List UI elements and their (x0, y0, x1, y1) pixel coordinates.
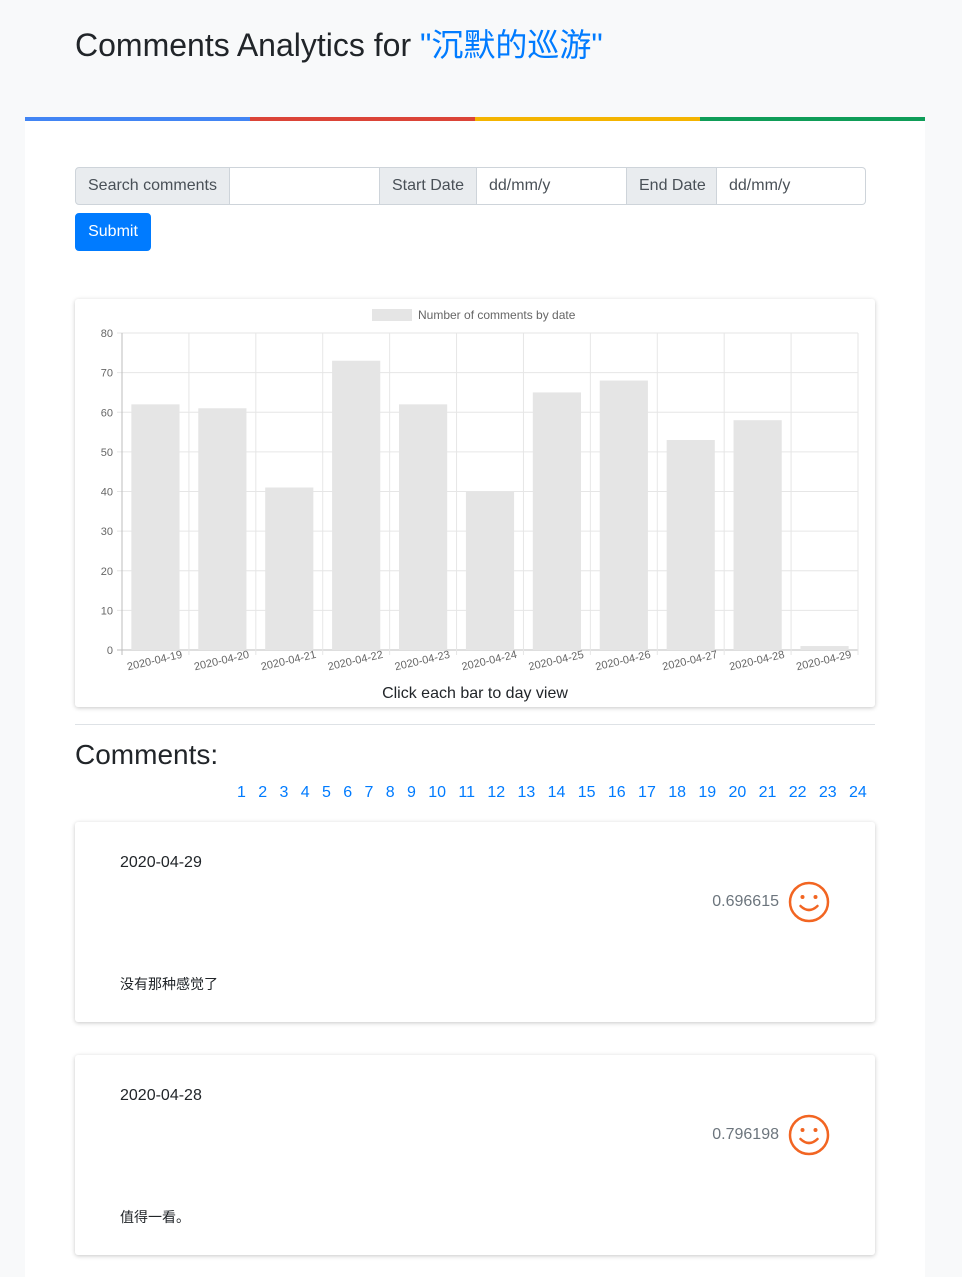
smiley-icon (788, 881, 830, 923)
bar-2020-04-27[interactable] (666, 439, 715, 650)
x-tick-label: 2020-04-27 (661, 649, 719, 673)
page-link-2[interactable]: 2 (258, 784, 267, 804)
page-link-22[interactable]: 22 (789, 784, 807, 804)
x-tick-label: 2020-04-21 (260, 649, 318, 673)
page-link-8[interactable]: 8 (386, 784, 395, 804)
bar-2020-04-19[interactable] (131, 404, 180, 650)
accent-blue (25, 117, 250, 121)
bar-2020-04-22[interactable] (332, 360, 381, 650)
sentiment-score: 0.696615 (712, 893, 779, 910)
start-date-label: Start Date (380, 167, 477, 205)
search-input[interactable] (230, 167, 380, 205)
y-tick-label: 10 (101, 605, 113, 617)
page-link-12[interactable]: 12 (487, 784, 505, 804)
comments-heading: Comments: (75, 739, 219, 770)
page-link-3[interactable]: 3 (280, 784, 289, 804)
bar-2020-04-28[interactable] (733, 420, 782, 650)
y-tick-label: 30 (101, 526, 113, 538)
x-tick-label: 2020-04-26 (594, 649, 652, 673)
y-tick-label: 0 (107, 645, 113, 657)
title-prefix: Comments Analytics for (75, 27, 420, 63)
end-date-label: End Date (627, 167, 717, 205)
y-tick-label: 50 (101, 447, 113, 459)
page-link-14[interactable]: 14 (548, 784, 566, 804)
legend-swatch (372, 309, 412, 321)
y-tick-label: 80 (101, 328, 113, 340)
page-link-21[interactable]: 21 (759, 784, 777, 804)
comment-text: 值得一看。 (120, 1209, 190, 1225)
comment-date: 2020-04-28 (120, 1087, 202, 1104)
x-tick-label: 2020-04-25 (527, 649, 585, 673)
y-tick-label: 40 (101, 487, 113, 499)
search-comments-label: Search comments (75, 167, 230, 205)
page-link-11[interactable]: 11 (458, 784, 475, 804)
main-card: Search comments Start Date dd/mm/y End D… (25, 117, 925, 1277)
bar-2020-04-24[interactable] (465, 491, 515, 651)
movie-title: "沉默的巡游" (420, 27, 603, 63)
chart-card: 0 10 20 30 40 50 60 70 80 2020-04-19 2020-04-20 202… (75, 299, 875, 707)
comment-date: 2020-04-29 (120, 854, 202, 871)
start-date-input[interactable]: dd/mm/y (477, 167, 627, 205)
chart-caption: Click each bar to day view (382, 685, 568, 702)
legend-label: Number of comments by date (418, 308, 576, 322)
comment-card: 2020-04-28 0.796198 值得一看。 (75, 1055, 875, 1255)
page-link-15[interactable]: 15 (578, 784, 596, 804)
x-tick-label: 2020-04-20 (193, 649, 251, 673)
page-link-1[interactable]: 1 (237, 784, 246, 804)
page-link-24[interactable]: 24 (849, 784, 867, 804)
bar-2020-04-21[interactable] (265, 487, 314, 650)
bar-2020-04-25[interactable] (532, 392, 581, 650)
bar-2020-04-29[interactable] (800, 646, 849, 650)
x-tick-label: 2020-04-22 (327, 649, 385, 673)
comments-bar-chart: 0 10 20 30 40 50 60 70 80 2020-04-19 2020-04-20 202… (101, 308, 859, 673)
accent-color-bar (25, 117, 925, 121)
search-form: Search comments Start Date dd/mm/y End D… (75, 167, 866, 205)
page-link-16[interactable]: 16 (608, 784, 626, 804)
section-divider (75, 724, 875, 725)
comment-card: 2020-04-29 0.696615 没有那种感觉了 (75, 822, 875, 1022)
submit-button[interactable]: Submit (75, 213, 151, 251)
x-tick-label: 2020-04-19 (126, 649, 184, 673)
page-link-13[interactable]: 13 (517, 784, 535, 804)
page-link-19[interactable]: 19 (698, 784, 716, 804)
x-tick-label: 2020-04-24 (461, 649, 519, 673)
bar-2020-04-26[interactable] (599, 380, 648, 650)
accent-green (700, 117, 925, 121)
accent-red (250, 117, 475, 121)
page-link-20[interactable]: 20 (728, 784, 746, 804)
page-link-17[interactable]: 17 (638, 784, 656, 804)
end-date-input[interactable]: dd/mm/y (717, 167, 866, 205)
page-link-18[interactable]: 18 (668, 784, 686, 804)
sentiment-score: 0.796198 (712, 1126, 779, 1143)
page-link-9[interactable]: 9 (407, 784, 416, 804)
page-link-10[interactable]: 10 (428, 784, 446, 804)
y-tick-label: 70 (101, 368, 113, 380)
x-tick-label: 2020-04-28 (728, 649, 786, 673)
y-tick-label: 60 (101, 407, 113, 419)
page-link-4[interactable]: 4 (301, 784, 310, 804)
bar-2020-04-23[interactable] (399, 404, 448, 650)
y-tick-label: 20 (101, 566, 113, 578)
x-tick-label: 2020-04-23 (394, 649, 452, 673)
bar-2020-04-20[interactable] (198, 408, 247, 650)
pagination: 1 2 3 4 5 6 7 8 9 10 11 12 13 14 15 16 17 18 19 20 21 22 23 24 (237, 784, 867, 804)
page-link-6[interactable]: 6 (343, 784, 352, 804)
page-title: Comments Analytics for "沉默的巡游" (75, 20, 603, 66)
comment-text: 没有那种感觉了 (120, 976, 218, 992)
smiley-icon (788, 1114, 830, 1156)
page-link-5[interactable]: 5 (322, 784, 331, 804)
accent-yellow (475, 117, 700, 121)
x-tick-label: 2020-04-29 (795, 649, 853, 673)
page-link-23[interactable]: 23 (819, 784, 837, 804)
page-link-7[interactable]: 7 (365, 784, 374, 804)
